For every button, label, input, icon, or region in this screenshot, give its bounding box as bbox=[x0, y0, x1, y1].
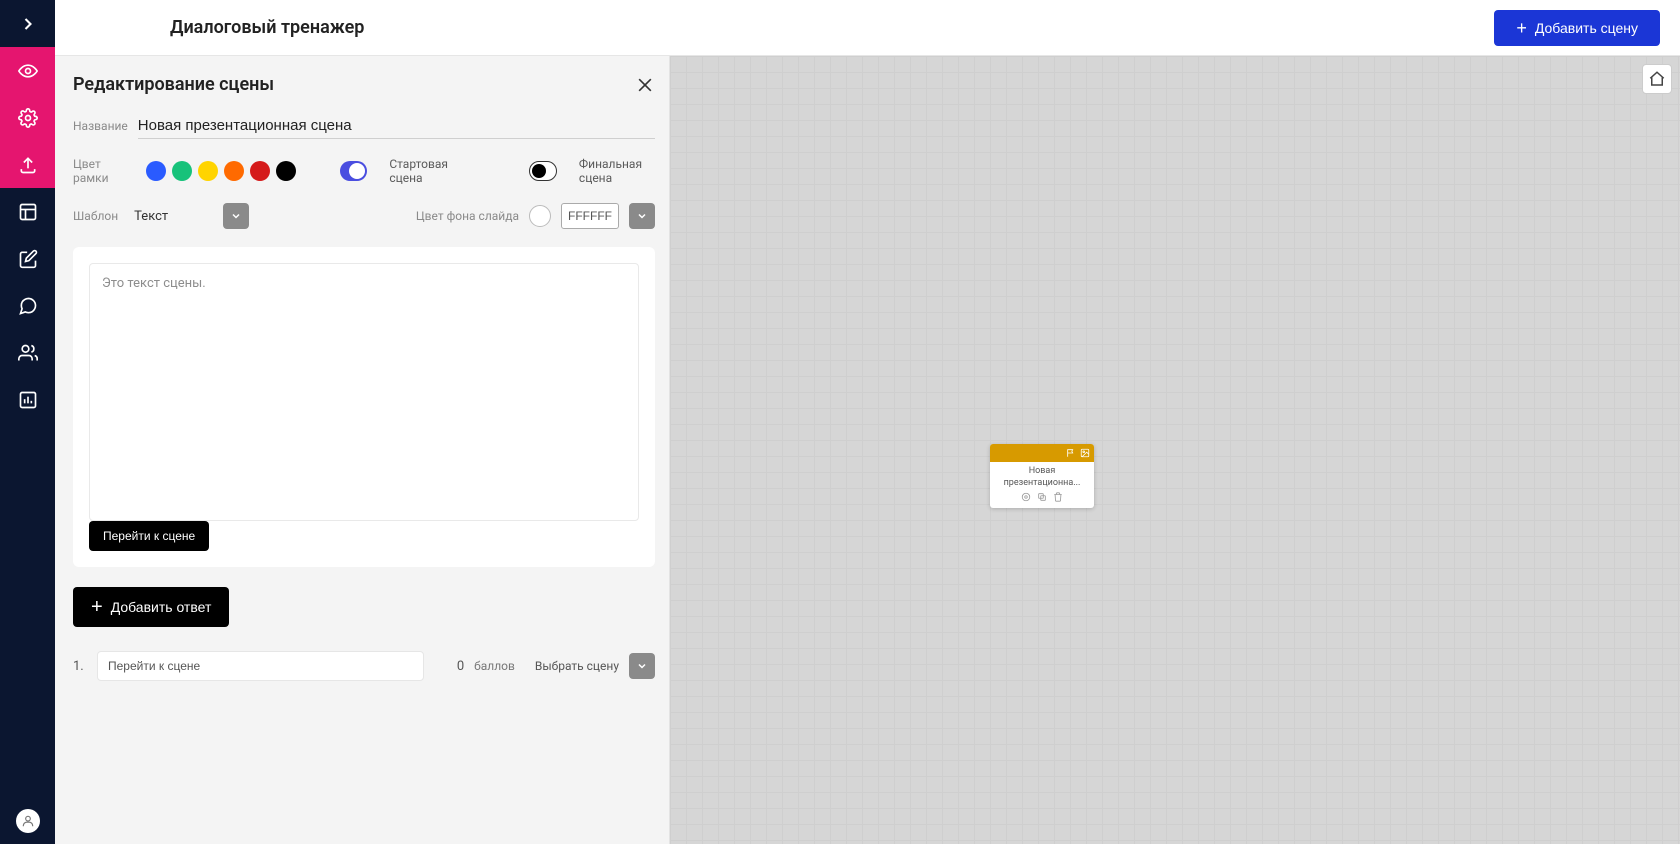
close-icon bbox=[635, 75, 655, 95]
rail-settings[interactable] bbox=[0, 94, 55, 141]
swatch-green[interactable] bbox=[172, 161, 192, 181]
start-scene-label: Стартовая сцена bbox=[389, 157, 462, 185]
swatch-blue[interactable] bbox=[146, 161, 166, 181]
swatch-orange[interactable] bbox=[224, 161, 244, 181]
gear-icon bbox=[18, 108, 38, 128]
swatch-black[interactable] bbox=[276, 161, 296, 181]
scene-node-header bbox=[990, 444, 1094, 462]
goto-scene-button[interactable]: Перейти к сцене bbox=[89, 521, 209, 551]
final-scene-toggle[interactable] bbox=[529, 161, 557, 181]
sidebar-rail bbox=[0, 0, 55, 844]
users-icon bbox=[18, 343, 38, 363]
scene-name-input[interactable] bbox=[138, 113, 655, 139]
template-dropdown-button[interactable] bbox=[223, 203, 249, 229]
rail-spacer bbox=[0, 423, 55, 797]
page-title: Диалоговый тренажер bbox=[170, 17, 364, 38]
header: Диалоговый тренажер + Добавить сцену bbox=[55, 0, 1680, 56]
rail-users[interactable] bbox=[0, 329, 55, 376]
frame-color-label: Цвет рамки bbox=[73, 157, 124, 185]
scene-node-actions bbox=[994, 492, 1090, 502]
scene-node-card[interactable]: Новая презентационна... bbox=[990, 444, 1094, 508]
image-icon bbox=[1080, 448, 1090, 458]
rail-edit[interactable] bbox=[0, 235, 55, 282]
bar-chart-icon bbox=[18, 390, 38, 410]
rail-export[interactable] bbox=[0, 141, 55, 188]
frame-color-swatches bbox=[146, 161, 296, 181]
swatch-yellow[interactable] bbox=[198, 161, 218, 181]
plus-icon: + bbox=[91, 597, 103, 617]
bg-color-label: Цвет фона слайда bbox=[416, 209, 519, 223]
rail-layout[interactable] bbox=[0, 188, 55, 235]
eye-icon bbox=[18, 61, 38, 81]
layout-icon bbox=[18, 202, 38, 222]
final-scene-label: Финальная сцена bbox=[579, 157, 655, 185]
start-scene-toggle[interactable] bbox=[340, 161, 368, 181]
upload-icon bbox=[18, 155, 38, 175]
answer-text-input[interactable] bbox=[97, 651, 424, 681]
template-label: Шаблон bbox=[73, 209, 118, 223]
add-answer-label: Добавить ответ bbox=[111, 599, 212, 615]
copy-icon[interactable] bbox=[1037, 492, 1047, 502]
main: Диалоговый тренажер + Добавить сцену Ред… bbox=[55, 0, 1680, 844]
scene-text-card: Это текст сцены. Перейти к сцене bbox=[73, 247, 655, 567]
avatar bbox=[16, 809, 40, 833]
chevron-right-icon bbox=[18, 14, 38, 34]
bg-color-dropdown-button[interactable] bbox=[629, 203, 655, 229]
scene-node-title: Новая презентационна... bbox=[994, 466, 1090, 489]
trash-icon[interactable] bbox=[1053, 492, 1063, 502]
answer-points-value: 0 bbox=[434, 659, 464, 674]
answer-points-label: баллов bbox=[474, 659, 515, 673]
chevron-down-icon bbox=[230, 210, 242, 222]
answer-scene-dropdown-button[interactable] bbox=[629, 653, 655, 679]
swatch-red[interactable] bbox=[250, 161, 270, 181]
scene-canvas[interactable]: Новая презентационна... bbox=[670, 56, 1680, 844]
home-icon bbox=[1648, 70, 1666, 88]
answer-index: 1. bbox=[73, 659, 87, 674]
chat-icon bbox=[18, 296, 38, 316]
answer-scene-select-label: Выбрать сцену bbox=[525, 653, 629, 679]
editor-heading: Редактирование сцены bbox=[73, 74, 274, 95]
close-editor-button[interactable] bbox=[635, 75, 655, 95]
chevron-down-icon bbox=[636, 660, 648, 672]
rail-stats[interactable] bbox=[0, 376, 55, 423]
user-icon bbox=[21, 814, 35, 828]
plus-icon: + bbox=[1516, 19, 1527, 37]
flag-icon bbox=[1066, 448, 1076, 458]
rail-profile[interactable] bbox=[0, 797, 55, 844]
add-scene-label: Добавить сцену bbox=[1535, 20, 1638, 36]
rail-dialog[interactable] bbox=[0, 282, 55, 329]
scene-editor-panel: Редактирование сцены Название Цвет рамки bbox=[55, 56, 670, 844]
template-value: Текст bbox=[128, 207, 223, 226]
bg-color-preview[interactable] bbox=[529, 205, 551, 227]
gear-small-icon[interactable] bbox=[1021, 492, 1031, 502]
rail-expand[interactable] bbox=[0, 0, 55, 47]
add-scene-button[interactable]: + Добавить сцену bbox=[1494, 10, 1660, 46]
bg-color-hex-input[interactable] bbox=[561, 203, 619, 229]
scene-text-area[interactable]: Это текст сцены. bbox=[89, 263, 639, 521]
edit-doc-icon bbox=[18, 249, 38, 269]
rail-preview[interactable] bbox=[0, 47, 55, 94]
answer-row: 1. 0 баллов Выбрать сцену bbox=[73, 651, 655, 681]
name-label: Название bbox=[73, 119, 128, 133]
chevron-down-icon bbox=[636, 210, 648, 222]
canvas-home-button[interactable] bbox=[1642, 64, 1672, 94]
add-answer-button[interactable]: + Добавить ответ bbox=[73, 587, 229, 627]
